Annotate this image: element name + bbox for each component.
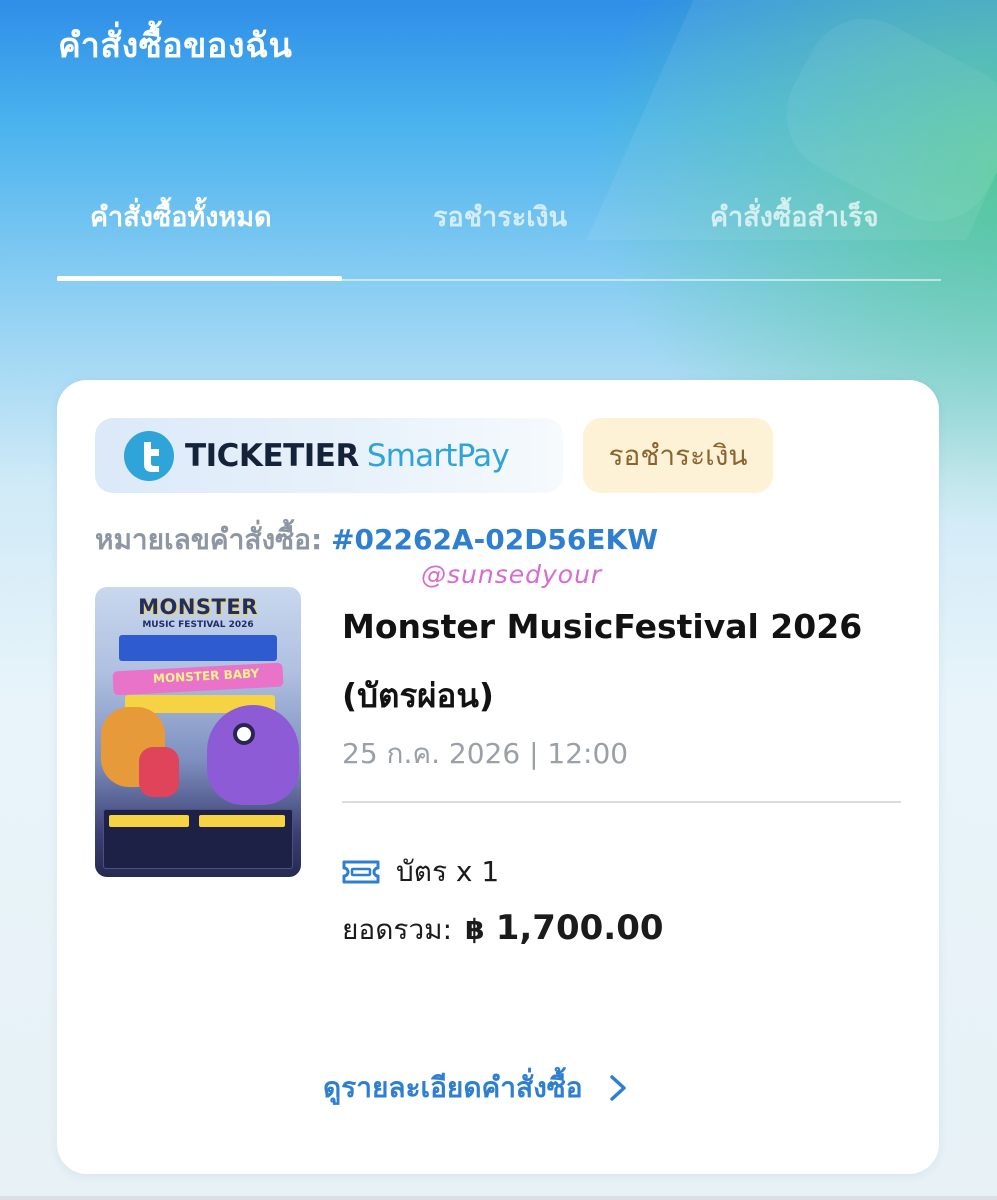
total-currency: ฿ xyxy=(465,913,485,946)
poster-subtitle: MUSIC FESTIVAL 2026 xyxy=(142,620,254,630)
brand-sub: SmartPay xyxy=(366,437,510,474)
ticket-icon xyxy=(342,860,380,884)
order-number: หมายเลขคำสั่งซื้อ: #02262A-02D56EKW xyxy=(95,518,658,562)
watermark: @sunsedyour xyxy=(421,560,603,589)
total-amount: 1,700.00 xyxy=(495,908,664,948)
status-badge: รอชำระเงิน xyxy=(583,418,773,493)
total-label: ยอดรวม: xyxy=(342,913,453,946)
view-order-details-link[interactable]: ดูรายละเอียดคำสั่งซื้อ xyxy=(323,1066,629,1110)
divider xyxy=(342,801,901,803)
tab-completed-orders[interactable]: คำสั่งซื้อสำเร็จ xyxy=(710,195,879,247)
order-number-label: หมายเลขคำสั่งซื้อ: xyxy=(95,523,323,556)
poster-monster xyxy=(207,705,299,805)
active-tab-indicator xyxy=(57,276,342,281)
chevron-right-icon xyxy=(609,1075,626,1101)
event-poster: MONSTER MUSIC FESTIVAL 2026 MONSTER BABY xyxy=(95,587,301,877)
poster-character-red xyxy=(139,747,179,797)
poster-strip xyxy=(119,635,277,661)
brand-name: TICKETIER xyxy=(185,437,359,474)
order-number-value: #02262A-02D56EKW xyxy=(331,523,659,556)
poster-table-header-2 xyxy=(199,815,285,827)
view-order-details-label: ดูรายละเอียดคำสั่งซื้อ xyxy=(323,1071,583,1104)
ticketier-logo-icon xyxy=(124,430,174,481)
page-title: คำสั่งซื้อของฉัน xyxy=(58,26,293,66)
order-card: TICKETIER SmartPay รอชำระเงิน หมายเลขคำส… xyxy=(57,380,939,1174)
order-total: ยอดรวม: ฿ 1,700.00 xyxy=(342,908,664,952)
tab-pending-payment[interactable]: รอชำระเงิน xyxy=(433,195,567,247)
page-bottom-divider xyxy=(0,1196,997,1200)
ticket-count: บัตร x 1 xyxy=(342,850,499,894)
ticket-count-text: บัตร x 1 xyxy=(396,855,500,888)
event-title: Monster MusicFestival 2026 (บัตรผ่อน) xyxy=(342,607,863,715)
order-tabs: คำสั่งซื้อทั้งหมด รอชำระเงิน คำสั่งซื้อส… xyxy=(57,195,941,283)
brand-banner: TICKETIER SmartPay xyxy=(95,418,563,493)
tab-all-orders[interactable]: คำสั่งซื้อทั้งหมด xyxy=(90,195,272,247)
poster-monster-eye xyxy=(233,723,255,745)
poster-title: MONSTER xyxy=(138,595,258,619)
event-datetime: 25 ก.ค. 2026 | 12:00 xyxy=(342,737,629,770)
poster-table-header xyxy=(109,815,189,827)
